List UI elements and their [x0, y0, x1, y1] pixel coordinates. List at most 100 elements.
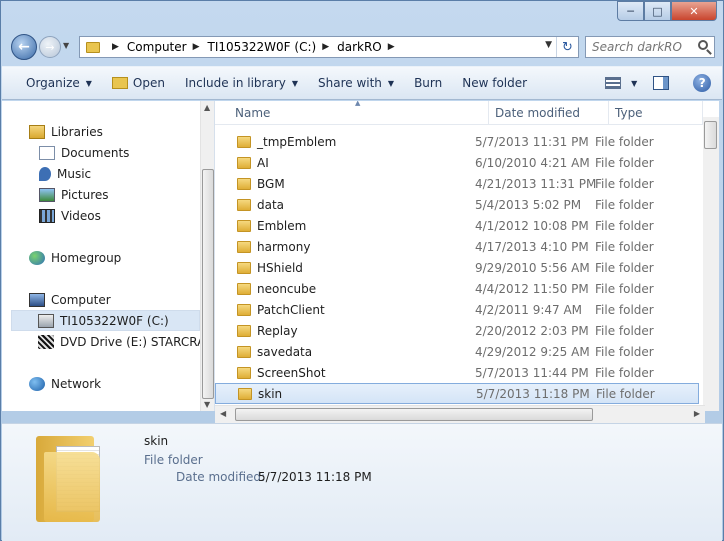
- file-row[interactable]: savedata 4/29/2012 9:25 AM File folder: [215, 341, 699, 362]
- file-row[interactable]: AI 6/10/2010 4:21 AM File folder: [215, 152, 699, 173]
- organize-button[interactable]: Organize ▼: [2, 67, 102, 99]
- scroll-thumb[interactable]: [704, 121, 717, 149]
- nav-drive-c[interactable]: TI105322W0F (C:): [11, 310, 200, 331]
- burn-button[interactable]: Burn: [404, 67, 452, 99]
- file-date: 5/4/2013 5:02 PM: [475, 197, 582, 212]
- scroll-down-icon[interactable]: ▼: [204, 400, 210, 409]
- nav-drive-e[interactable]: DVD Drive (E:) STARCRAFT: [38, 331, 215, 352]
- file-row[interactable]: HShield 9/29/2010 5:56 AM File folder: [215, 257, 699, 278]
- breadcrumb-drive[interactable]: TI105322W0F (C:) ▶: [208, 40, 338, 54]
- drive-icon: [38, 313, 54, 328]
- share-with-button[interactable]: Share with ▼: [308, 67, 404, 99]
- folder-icon: [238, 387, 252, 400]
- back-button[interactable]: ←: [11, 34, 37, 60]
- file-type: File folder: [596, 386, 655, 401]
- file-name: harmony: [257, 239, 311, 254]
- search-icon[interactable]: [698, 40, 708, 50]
- scroll-thumb[interactable]: [202, 169, 214, 399]
- file-name-cell: savedata: [215, 345, 475, 359]
- scroll-thumb[interactable]: [235, 408, 593, 421]
- breadcrumb-computer[interactable]: Computer ▶: [127, 40, 208, 54]
- sort-ascending-icon: ▲: [355, 101, 361, 107]
- file-list-scrollbar[interactable]: [703, 117, 719, 411]
- file-row[interactable]: data 5/4/2013 5:02 PM File folder: [215, 194, 699, 215]
- scroll-left-icon[interactable]: ◀: [220, 409, 226, 418]
- recent-pages-chevron-icon[interactable]: ▼: [63, 41, 69, 50]
- breadcrumb-darkro[interactable]: darkRO ▶: [337, 40, 403, 54]
- help-button[interactable]: ?: [685, 67, 719, 99]
- column-label: Name: [235, 106, 271, 120]
- file-type: File folder: [595, 281, 654, 296]
- forward-button[interactable]: →: [39, 36, 61, 58]
- details-modified-value: 5/7/2013 11:18 PM: [258, 470, 372, 484]
- breadcrumb-sep-root[interactable]: ▶: [106, 42, 127, 52]
- homegroup-icon: [29, 250, 45, 265]
- horizontal-scrollbar[interactable]: ◀ ▶: [215, 405, 705, 423]
- address-bar[interactable]: ▶ Computer ▶ TI105322W0F (C:) ▶ darkRO ▶ ▼ …: [79, 36, 579, 58]
- scroll-up-icon[interactable]: ▲: [204, 103, 210, 112]
- chevron-down-icon: ▼: [85, 78, 92, 88]
- file-name: savedata: [257, 344, 313, 359]
- file-row[interactable]: PatchClient 4/2/2011 9:47 AM File folder: [215, 299, 699, 320]
- nav-documents[interactable]: Documents: [39, 142, 214, 163]
- file-name: neoncube: [257, 281, 317, 296]
- minimize-button[interactable]: ─: [617, 1, 644, 21]
- window-controls: ─ □ ✕: [617, 1, 717, 21]
- file-row[interactable]: ScreenShot 5/7/2013 11:44 PM File folder: [215, 362, 699, 383]
- search-box[interactable]: [585, 36, 715, 58]
- preview-pane-button[interactable]: [643, 67, 679, 99]
- file-row[interactable]: harmony 4/17/2013 4:10 PM File folder: [215, 236, 699, 257]
- file-row[interactable]: _tmpEmblem 5/7/2013 11:31 PM File folder: [215, 131, 699, 152]
- file-name: ScreenShot: [257, 365, 326, 380]
- nav-label: Libraries: [51, 124, 103, 139]
- open-button[interactable]: Open: [102, 67, 175, 99]
- nav-libraries[interactable]: Libraries: [29, 121, 214, 142]
- nav-computer[interactable]: Computer: [29, 289, 214, 310]
- folder-icon: [237, 240, 251, 253]
- address-dropdown-icon[interactable]: ▼: [545, 40, 552, 50]
- maximize-button[interactable]: □: [644, 1, 671, 21]
- dvd-drive-icon: [38, 334, 54, 349]
- column-date-modified[interactable]: Date modified: [489, 101, 609, 125]
- nav-label: TI105322W0F (C:): [60, 313, 169, 328]
- new-folder-button[interactable]: New folder: [452, 67, 537, 99]
- change-view-button[interactable]: ▼: [599, 67, 643, 99]
- file-row[interactable]: skin 5/7/2013 11:18 PM File folder: [215, 383, 699, 404]
- nav-videos[interactable]: Videos: [39, 205, 214, 226]
- chevron-down-icon: ▼: [631, 78, 638, 88]
- file-name-cell: BGM: [215, 177, 475, 191]
- file-row[interactable]: Replay 2/20/2012 2:03 PM File folder: [215, 320, 699, 341]
- nav-pictures[interactable]: Pictures: [39, 184, 214, 205]
- column-type[interactable]: Type: [609, 101, 703, 125]
- file-name: skin: [258, 386, 283, 401]
- nav-label: DVD Drive (E:) STARCRAFT: [60, 334, 215, 349]
- nav-scrollbar[interactable]: ▲ ▼: [200, 101, 214, 411]
- refresh-icon[interactable]: ↻: [556, 37, 578, 57]
- nav-network[interactable]: Network: [29, 373, 214, 394]
- nav-music[interactable]: Music: [39, 163, 214, 184]
- file-type: File folder: [595, 365, 654, 380]
- file-type: File folder: [595, 344, 654, 359]
- breadcrumb-label: darkRO: [337, 40, 382, 54]
- file-name-cell: ScreenShot: [215, 366, 475, 380]
- scroll-right-icon[interactable]: ▶: [694, 409, 700, 418]
- network-icon: [29, 376, 45, 391]
- include-label: Include in library: [184, 76, 286, 90]
- libraries-icon: [29, 124, 45, 139]
- new-folder-label: New folder: [462, 76, 528, 90]
- file-date: 6/10/2010 4:21 AM: [475, 155, 590, 170]
- folder-icon: [237, 135, 251, 148]
- nav-homegroup[interactable]: Homegroup: [29, 247, 214, 268]
- search-input[interactable]: [586, 37, 686, 57]
- explorer-window: ─ □ ✕ ← → ▼ ▶ Computer ▶ TI105322W0F (C:)…: [0, 0, 724, 541]
- file-name-cell: data: [215, 198, 475, 212]
- chevron-down-icon: ▼: [291, 78, 298, 88]
- folder-icon: [237, 261, 251, 274]
- column-name[interactable]: Name: [215, 101, 489, 125]
- close-button[interactable]: ✕: [671, 1, 717, 21]
- include-in-library-button[interactable]: Include in library ▼: [175, 67, 308, 99]
- file-date: 5/7/2013 11:44 PM: [475, 365, 589, 380]
- file-row[interactable]: BGM 4/21/2013 11:31 PM File folder: [215, 173, 699, 194]
- file-row[interactable]: Emblem 4/1/2012 10:08 PM File folder: [215, 215, 699, 236]
- file-row[interactable]: neoncube 4/4/2012 11:50 PM File folder: [215, 278, 699, 299]
